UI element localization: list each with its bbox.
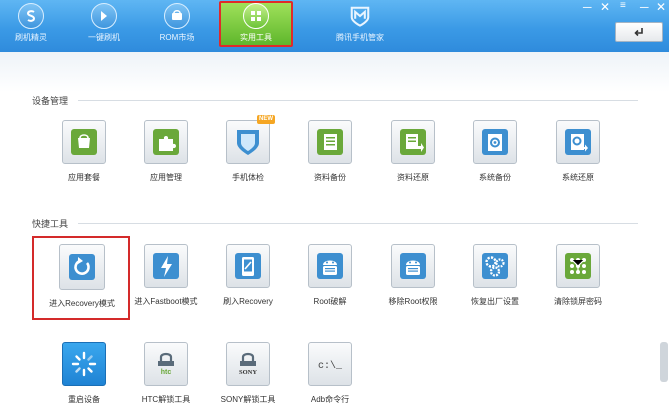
nav-label: 一键刷机 (88, 33, 120, 42)
minimize-icon[interactable]: ─ (640, 0, 649, 14)
tool-label: 清除锁屏密码 (554, 297, 602, 306)
tool-label: SONY解锁工具 (220, 395, 276, 404)
tool-phone-checkup[interactable]: NEW 手机体检 (208, 115, 288, 196)
section-divider (78, 223, 638, 224)
tool-app-manage[interactable]: 应用管理 (126, 120, 206, 196)
tool-label: 系统备份 (479, 173, 511, 182)
restore-icon (391, 120, 435, 164)
section-title-quick: 快捷工具 (32, 219, 69, 229)
nav-tencent-manager[interactable]: 腾讯手机管家 (312, 3, 408, 48)
tool-sony-unlock[interactable]: SONY SONY解锁工具 (208, 342, 288, 418)
system-backup-icon (473, 120, 517, 164)
android-root-icon (308, 244, 352, 288)
close-button[interactable]: ✕ (600, 0, 610, 14)
tool-htc-unlock[interactable]: htc HTC解锁工具 (126, 342, 206, 418)
tool-label: 进入Fastboot模式 (134, 297, 198, 306)
app-bundle-icon (62, 120, 106, 164)
scrollbar[interactable] (660, 342, 668, 382)
return-arrow-icon (634, 28, 643, 37)
nav-practical-tools[interactable]: 实用工具 (219, 1, 293, 47)
system-restore-icon (556, 120, 600, 164)
tencent-manager-icon (347, 3, 373, 29)
shield-check-icon: NEW (226, 115, 275, 164)
factory-reset-gears-icon (473, 244, 517, 288)
tool-label: 移除Root权限 (388, 297, 438, 306)
tool-label: 手机体检 (232, 173, 264, 182)
nav-flash-wizard[interactable]: 刷机精灵 (0, 3, 62, 48)
puzzle-icon (144, 120, 188, 164)
section-title-device: 设备管理 (32, 96, 69, 106)
rom-market-icon (164, 3, 190, 29)
android-unroot-icon (391, 244, 435, 288)
tool-label: 应用套餐 (68, 173, 100, 182)
tool-flash-recovery[interactable]: 刷入Recovery (208, 244, 288, 320)
tools-grid-icon (243, 3, 269, 29)
lightning-icon (91, 3, 117, 29)
tool-adb-console[interactable]: c:\_ Adb命令行 (290, 342, 370, 418)
top-toolbar: 刷机精灵 一键刷机 ROM市场 实用工具 腾讯手机管家 ─ ✕ ≡ ─ ✕ (0, 0, 669, 52)
tools-panel: 设备管理 应用套餐 应用管理 NEW 手机体检 资料备份 资料还原 系统备份 系… (0, 52, 669, 418)
tool-label: 恢复出厂设置 (471, 297, 519, 306)
tool-reboot-device[interactable]: 重启设备 (44, 342, 124, 418)
tool-label: Adb命令行 (310, 395, 350, 404)
tool-label: 应用管理 (150, 173, 182, 182)
tool-enter-fastboot[interactable]: 进入Fastboot模式 (126, 244, 206, 320)
tool-factory-reset[interactable]: 恢复出厂设置 (455, 244, 535, 320)
tool-remove-root[interactable]: 移除Root权限 (373, 244, 453, 320)
section-divider (78, 100, 638, 101)
tool-label: 刷入Recovery (223, 297, 273, 306)
tool-label: 资料还原 (397, 173, 429, 182)
sony-text: SONY (239, 369, 257, 376)
tool-data-backup[interactable]: 资料备份 (290, 120, 370, 196)
tool-label: 资料备份 (314, 173, 346, 182)
logo-s-icon (18, 3, 44, 29)
pattern-lock-icon (556, 244, 600, 288)
nav-label: 刷机精灵 (15, 33, 47, 42)
tool-clear-lock-password[interactable]: 清除锁屏密码 (538, 244, 618, 320)
htc-text: htc (161, 369, 172, 376)
adb-text: c:\_ (318, 360, 343, 372)
tool-label: Root破解 (313, 297, 347, 306)
tool-app-bundle[interactable]: 应用套餐 (44, 120, 124, 196)
menu-icon[interactable]: ≡ (620, 0, 626, 11)
adb-terminal-icon: c:\_ (308, 342, 352, 386)
tool-system-backup[interactable]: 系统备份 (455, 120, 535, 196)
refresh-button[interactable] (615, 22, 663, 42)
nav-label: 腾讯手机管家 (336, 33, 384, 42)
tool-label: HTC解锁工具 (141, 395, 191, 404)
new-badge: NEW (257, 115, 275, 124)
minimize-button[interactable]: ─ (583, 0, 592, 14)
reboot-icon (62, 342, 106, 386)
tool-data-restore[interactable]: 资料还原 (373, 120, 453, 196)
backup-icon (308, 120, 352, 164)
tool-system-restore[interactable]: 系统还原 (538, 120, 618, 196)
sony-unlock-icon: SONY (226, 342, 270, 386)
nav-one-click-flash[interactable]: 一键刷机 (73, 3, 135, 48)
tool-enter-recovery[interactable]: 进入Recovery模式 (42, 244, 122, 320)
nav-label: ROM市场 (159, 33, 195, 42)
tool-root[interactable]: Root破解 (290, 244, 370, 320)
flash-recovery-icon (226, 244, 270, 288)
htc-unlock-icon: htc (144, 342, 188, 386)
nav-label: 实用工具 (240, 33, 272, 42)
tool-label: 重启设备 (68, 395, 100, 404)
tool-label: 系统还原 (562, 173, 594, 182)
recovery-refresh-icon (59, 244, 105, 290)
tool-label: 进入Recovery模式 (49, 299, 115, 308)
close-icon[interactable]: ✕ (656, 0, 666, 14)
fastboot-bolt-icon (144, 244, 188, 288)
nav-rom-market[interactable]: ROM市场 (146, 3, 208, 48)
